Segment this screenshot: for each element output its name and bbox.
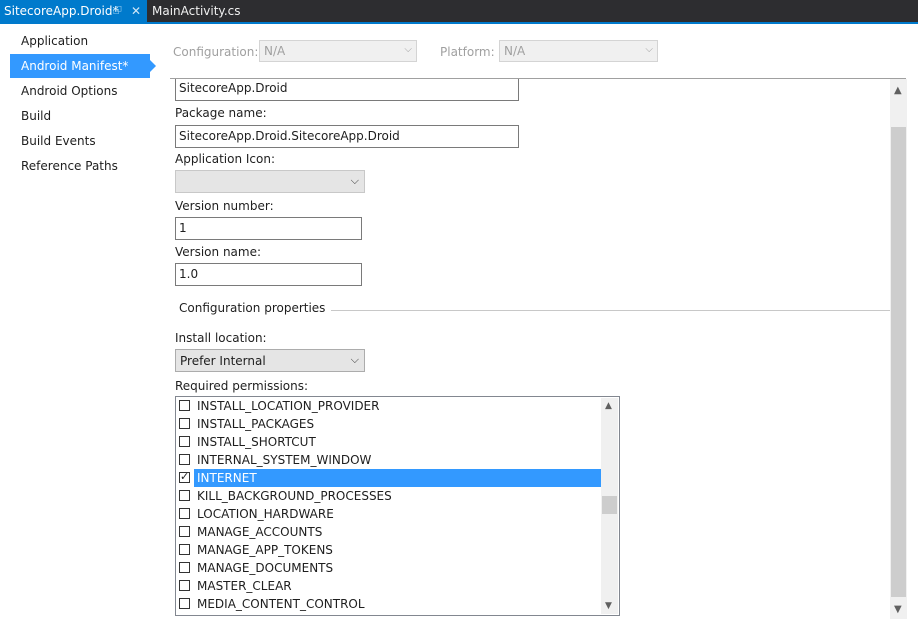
permission-label: INSTALL_PACKAGES	[197, 417, 315, 431]
list-item[interactable]: MASTER_CLEAR	[177, 577, 601, 595]
permission-label: INTERNAL_SYSTEM_WINDOW	[197, 453, 372, 467]
list-item[interactable]: KILL_BACKGROUND_PROCESSES	[177, 487, 601, 505]
nav-item-build-events[interactable]: Build Events	[10, 129, 150, 153]
permission-label: MANAGE_APP_TOKENS	[197, 543, 333, 557]
manifest-form: SitecoreApp.Droid Package name: Sitecore…	[160, 79, 890, 629]
package-name-field[interactable]: SitecoreApp.Droid.SitecoreApp.Droid	[175, 125, 519, 148]
chevron-up-icon[interactable]: ▲	[894, 85, 902, 96]
application-name-field[interactable]: SitecoreApp.Droid	[175, 79, 519, 101]
version-number-field[interactable]: 1	[175, 217, 362, 240]
list-item[interactable]: INSTALL_PACKAGES	[177, 415, 601, 433]
permission-checkbox-checked[interactable]: ✓	[179, 470, 190, 483]
permission-checkbox[interactable]	[179, 580, 190, 591]
chevron-down-icon[interactable]: ▼	[894, 604, 902, 615]
scrollbar-thumb[interactable]	[891, 127, 906, 597]
nav-item-application[interactable]: Application	[10, 29, 150, 53]
nav-item-build[interactable]: Build	[10, 104, 150, 128]
nav-item-android-options[interactable]: Android Options	[10, 79, 150, 103]
version-number-value: 1	[179, 221, 187, 235]
nav-item-label: Build Events	[21, 134, 96, 148]
list-item[interactable]: INTERNAL_SYSTEM_WINDOW	[177, 451, 601, 469]
version-name-field[interactable]: 1.0	[175, 263, 362, 286]
nav-item-android-manifest[interactable]: Android Manifest*	[10, 54, 156, 78]
chevron-down-icon: ⌵	[350, 174, 359, 187]
configuration-value: N/A	[264, 44, 286, 58]
nav-item-label: Build	[21, 109, 52, 123]
platform-value: N/A	[504, 44, 526, 58]
version-name-label: Version name:	[175, 245, 262, 259]
configuration-select[interactable]: N/A ⌵	[259, 40, 417, 62]
permission-checkbox[interactable]	[179, 454, 190, 465]
permission-label: INSTALL_LOCATION_PROVIDER	[197, 399, 380, 413]
permission-label: MEDIA_CONTENT_CONTROL	[197, 597, 365, 611]
platform-label: Platform:	[440, 45, 495, 59]
list-item[interactable]: MANAGE_ACCOUNTS	[177, 523, 601, 541]
tab-label: MainActivity.cs	[152, 4, 241, 18]
chevron-down-icon: ⌵	[350, 353, 359, 366]
configuration-bar: Configuration: N/A ⌵ Platform: N/A ⌵	[160, 24, 918, 80]
version-name-value: 1.0	[179, 267, 199, 281]
list-item-selected[interactable]: ✓ INTERNET	[177, 469, 601, 487]
permission-checkbox[interactable]	[179, 490, 190, 501]
package-name-value: SitecoreApp.Droid.SitecoreApp.Droid	[179, 129, 400, 143]
nav-item-label: Android Manifest*	[21, 59, 129, 73]
tab-sitecoreapp-droid[interactable]: SitecoreApp.Droid* ⮺ ✕	[0, 0, 147, 22]
application-icon-label: Application Icon:	[175, 152, 275, 166]
list-item[interactable]: INSTALL_SHORTCUT	[177, 433, 601, 451]
scrollbar-thumb[interactable]	[602, 496, 617, 514]
permission-checkbox[interactable]	[179, 436, 190, 447]
application-icon-select[interactable]: ⌵	[175, 170, 365, 193]
list-item[interactable]: MANAGE_DOCUMENTS	[177, 559, 601, 577]
list-item[interactable]: MANAGE_APP_TOKENS	[177, 541, 601, 559]
page-scrollbar[interactable]: ▲ ▼	[890, 79, 907, 619]
permission-checkbox[interactable]	[179, 598, 190, 609]
chevron-down-icon[interactable]: ▼	[605, 601, 612, 611]
version-number-label: Version number:	[175, 199, 274, 213]
tab-label: SitecoreApp.Droid*	[4, 4, 119, 18]
configuration-label: Configuration:	[173, 45, 259, 59]
nav-item-label: Application	[21, 34, 89, 48]
permission-label: INTERNET	[197, 471, 257, 485]
permission-label: KILL_BACKGROUND_PROCESSES	[197, 489, 392, 503]
permissions-scrollbar[interactable]: ▲ ▼	[601, 398, 618, 614]
permission-checkbox[interactable]	[179, 508, 190, 519]
install-location-label: Install location:	[175, 331, 267, 345]
nav-item-label: Android Options	[21, 84, 118, 98]
nav-item-label: Reference Paths	[21, 159, 118, 173]
permission-checkbox[interactable]	[179, 544, 190, 555]
chevron-up-icon[interactable]: ▲	[605, 401, 612, 411]
tab-mainactivity[interactable]: MainActivity.cs	[148, 0, 248, 22]
group-divider	[318, 310, 890, 311]
permission-label: MANAGE_DOCUMENTS	[197, 561, 334, 575]
permission-label: MANAGE_ACCOUNTS	[197, 525, 323, 539]
nav-item-reference-paths[interactable]: Reference Paths	[10, 154, 150, 178]
close-icon[interactable]: ✕	[131, 0, 141, 22]
chevron-down-icon: ⌵	[645, 44, 653, 55]
required-permissions-label: Required permissions:	[175, 379, 309, 393]
permission-checkbox[interactable]	[179, 526, 190, 537]
chevron-down-icon: ⌵	[404, 44, 412, 55]
install-location-value: Prefer Internal	[180, 354, 266, 368]
platform-select[interactable]: N/A ⌵	[499, 40, 658, 62]
permission-checkbox[interactable]	[179, 418, 190, 429]
document-tab-bar: SitecoreApp.Droid* ⮺ ✕ MainActivity.cs	[0, 0, 918, 22]
pin-icon[interactable]: ⮺	[113, 0, 122, 22]
permission-checkbox[interactable]	[179, 400, 190, 411]
configuration-properties-title: Configuration properties	[179, 301, 332, 315]
permission-label: MASTER_CLEAR	[197, 579, 292, 593]
project-properties-nav: Application Android Manifest* Android Op…	[0, 24, 160, 629]
list-item[interactable]: MEDIA_CONTENT_CONTROL	[177, 595, 601, 613]
permission-label: INSTALL_SHORTCUT	[197, 435, 316, 449]
permissions-list[interactable]: INSTALL_LOCATION_PROVIDER INSTALL_PACKAG…	[175, 396, 620, 616]
install-location-select[interactable]: Prefer Internal ⌵	[175, 349, 365, 372]
application-name-value: SitecoreApp.Droid	[179, 81, 288, 95]
package-name-label: Package name:	[175, 106, 267, 120]
permission-label: LOCATION_HARDWARE	[197, 507, 334, 521]
list-item[interactable]: LOCATION_HARDWARE	[177, 505, 601, 523]
list-item[interactable]: INSTALL_LOCATION_PROVIDER	[177, 397, 601, 415]
permission-checkbox[interactable]	[179, 562, 190, 573]
checkmark-icon: ✓	[180, 470, 190, 483]
